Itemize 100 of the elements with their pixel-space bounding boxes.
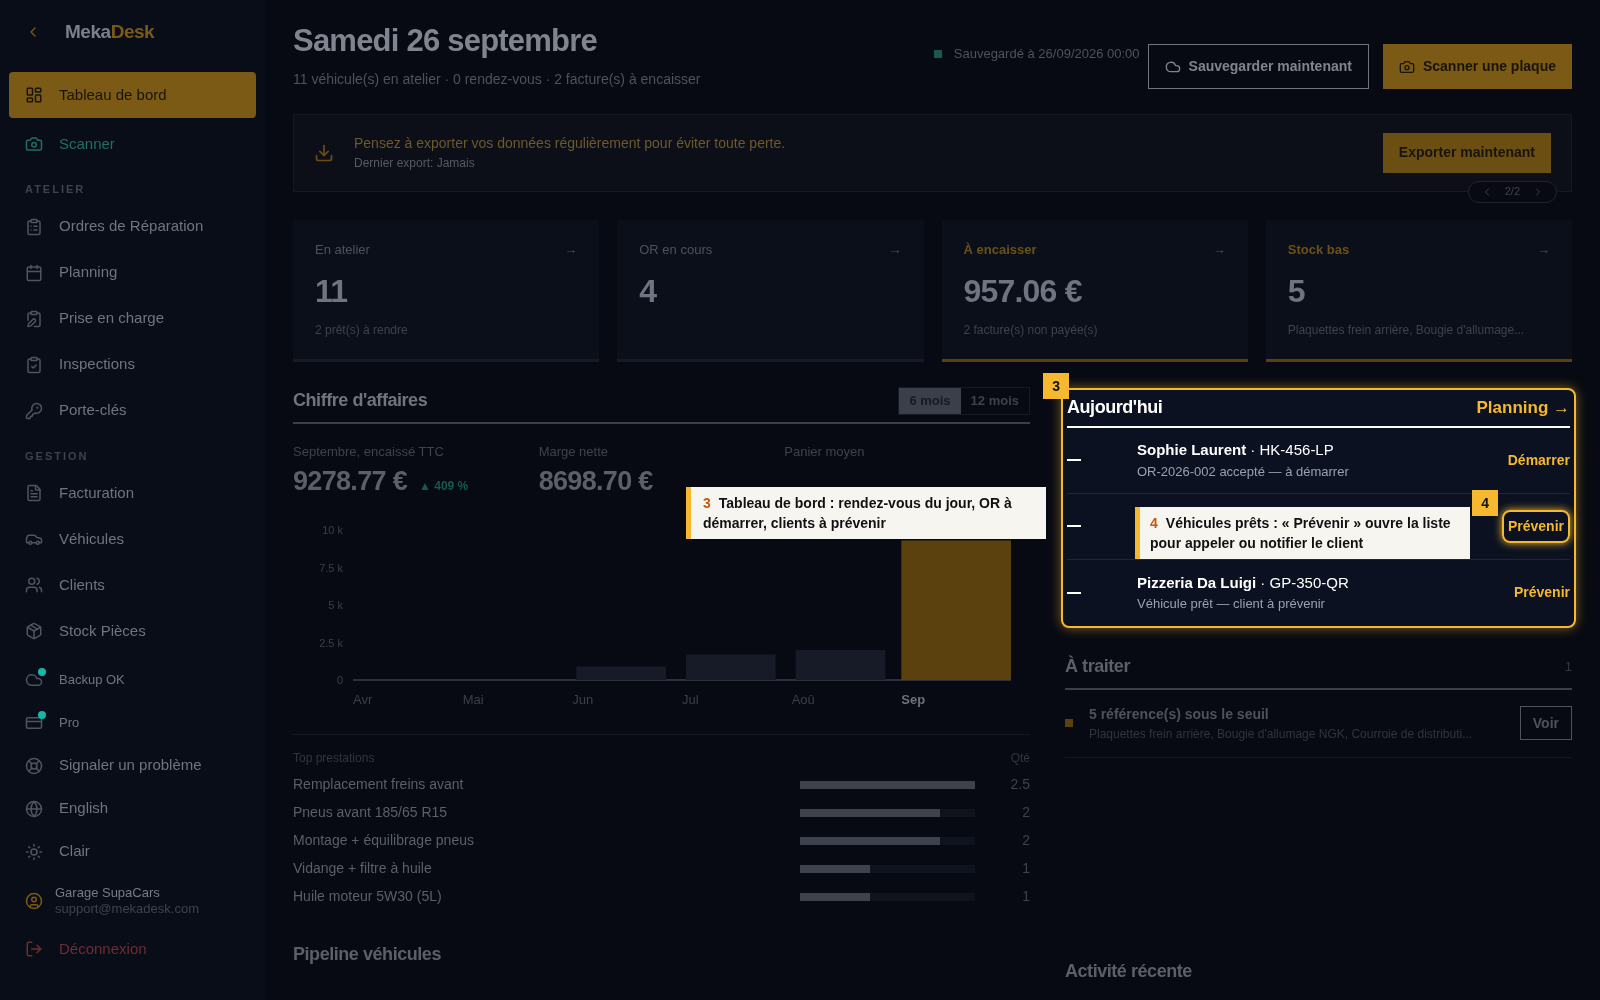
saved-indicator — [933, 49, 942, 58]
todo-title: 5 référence(s) sous le seuil — [1089, 704, 1270, 724]
camera-icon — [1398, 58, 1415, 75]
footer-label: Clair — [59, 841, 90, 862]
quantity-value: 2 — [1021, 831, 1030, 850]
action-button[interactable]: Prévenir — [1501, 509, 1570, 543]
tour-callout: 4 Véhicules prêts : « Prévenir » ouvre la liste pour appeler ou notifier le client — [1135, 507, 1470, 559]
arrow-icon: → — [888, 239, 902, 259]
clipboard-check-icon — [25, 355, 43, 374]
view-button[interactable]: Voir — [1519, 706, 1572, 740]
section-title: À traiter — [1065, 654, 1130, 678]
dashboard-icon — [25, 86, 43, 104]
footer-label: English — [59, 798, 109, 819]
stat-value: 8698.70 € — [538, 465, 653, 498]
arrow-icon: → — [564, 239, 578, 259]
nav-item[interactable]: Prise en charge — [9, 295, 256, 342]
planning-link[interactable]: Planning → — [1476, 394, 1570, 421]
stat-label: Septembre, encaissé TTC — [293, 442, 445, 461]
user-icon — [25, 892, 43, 910]
nav-item[interactable]: Planning — [9, 249, 256, 296]
save-button[interactable]: Sauvegarder maintenant — [1147, 44, 1369, 89]
quantity-value: 2 — [1021, 803, 1030, 822]
banner-detail: Dernier export: Jamais — [354, 155, 476, 172]
action-button[interactable]: Prévenir — [1513, 582, 1570, 603]
footer-label: Backup OK — [59, 670, 125, 689]
kpi-label: En atelier — [315, 240, 370, 259]
account-name: Garage SupaCars — [55, 884, 161, 901]
footer-item[interactable]: Backup OK — [9, 658, 256, 701]
quantity-value: 1 — [1021, 859, 1030, 878]
tour-callout: 3 Tableau de bord : rendez-vous du jour, OR à démarrer, clients à prévenir — [686, 487, 1046, 539]
row-title: Pizzeria Da Luigi · GP-350-QR — [1137, 572, 1350, 593]
kpi-label: OR en cours — [639, 240, 713, 259]
section-title: Activité récente — [1065, 959, 1193, 983]
service-name: Vidange + filtre à huile — [293, 859, 433, 878]
trend-label: ▲ 409 % — [419, 478, 469, 495]
axis-label: Jun — [572, 691, 594, 707]
calendar-icon — [25, 263, 43, 282]
key-icon — [25, 401, 43, 420]
service-name: Huile moteur 5W30 (5L) — [293, 887, 443, 906]
nav-item[interactable]: Ordres de Réparation — [9, 203, 256, 250]
kpi-card[interactable]: OR en cours → 4 — [617, 219, 924, 362]
footer-label: Pro — [59, 713, 80, 732]
action-button[interactable]: Démarrer — [1507, 449, 1570, 471]
kpi-label: Stock bas — [1287, 240, 1350, 259]
nav-item[interactable]: Inspections — [9, 341, 256, 388]
clipboard-pen-icon — [25, 309, 43, 328]
row-title: Sophie Laurent · HK-456-LP — [1137, 440, 1335, 460]
service-name: Remplacement freins avant — [293, 775, 465, 794]
section-title: Chiffre d'affaires — [293, 389, 428, 412]
kpi-value: 4 — [639, 272, 658, 311]
quantity-value: 2.5 — [1009, 775, 1030, 794]
warning-square — [1065, 719, 1073, 727]
stat-value: 9278.77 € — [293, 465, 408, 498]
footer-item[interactable]: Clair — [9, 830, 256, 873]
users-icon — [25, 576, 43, 594]
scan-button[interactable]: Scanner une plaque — [1382, 44, 1572, 89]
quantity-value: 1 — [1021, 887, 1030, 906]
row-detail: Véhicule prêt — client à prévenir — [1137, 595, 1326, 613]
footer-label: Signaler un problème — [59, 755, 202, 776]
stat-label: Panier moyen — [784, 442, 866, 461]
nav-item[interactable]: Stock Pièces — [9, 608, 256, 654]
axis-label: Jul — [682, 691, 699, 707]
section-title: Pipeline véhicules — [293, 942, 442, 966]
globe-icon — [25, 799, 43, 818]
page-subtitle: 11 véhicule(s) en atelier · 0 rendez-vous · 2 facture(s) à encaisser — [293, 69, 702, 89]
nav-item[interactable]: Facturation — [9, 470, 256, 516]
export-button[interactable]: Exporter maintenant — [1382, 132, 1551, 173]
sun-icon — [25, 842, 43, 861]
stat-label: Marge nette — [538, 442, 610, 461]
dash-mark — [1067, 525, 1081, 527]
arrow-icon: → — [1212, 239, 1226, 259]
banner-message: Pensez à exporter vos données régulièrement pour éviter toute perte. — [354, 134, 787, 153]
axis-label: Avr — [353, 691, 373, 707]
nav-item[interactable]: Tableau de bord — [9, 72, 256, 118]
package-icon — [25, 622, 43, 640]
row-detail: OR-2026-002 accepté — à démarrer — [1137, 462, 1350, 481]
nav-item[interactable]: Clients — [9, 562, 256, 608]
camera-icon — [25, 135, 43, 153]
axis-label: Mai — [462, 691, 484, 707]
service-name: Pneus avant 185/65 R15 — [293, 803, 449, 822]
service-name: Montage + équilibrage pneus — [293, 831, 475, 850]
step-badge: 3 — [1043, 373, 1069, 399]
brand-logo: MekaDesk — [65, 19, 155, 44]
nav-item[interactable]: Scanner — [9, 121, 256, 167]
footer-item[interactable]: Pro — [9, 701, 256, 744]
arrow-icon: → — [1537, 239, 1550, 259]
axis-label: Aoû — [791, 691, 815, 707]
nav-item[interactable]: Véhicules — [9, 516, 256, 562]
footer-item[interactable]: English — [9, 787, 256, 830]
dash-mark — [1067, 459, 1081, 461]
save-status: Sauvegardé à 26/09/2026 00:00 — [953, 45, 1140, 63]
lifebuoy-icon — [25, 756, 43, 775]
card-title: Aujourd'hui — [1067, 396, 1163, 419]
kpi-label: À encaisser — [963, 240, 1037, 259]
nav-item[interactable]: Porte-clés — [9, 387, 256, 434]
document-icon — [25, 484, 43, 502]
axis-label: Sep — [901, 691, 926, 707]
page-title: Samedi 26 septembre — [293, 22, 599, 60]
footer-item[interactable]: Signaler un problème — [9, 744, 256, 787]
step-badge: 4 — [1472, 490, 1498, 516]
